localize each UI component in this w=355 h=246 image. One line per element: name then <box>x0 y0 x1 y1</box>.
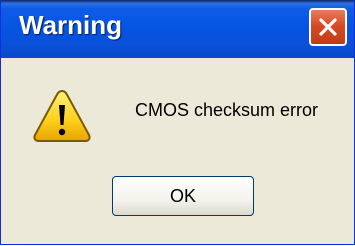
title-bar[interactable]: Warning <box>1 0 354 58</box>
warning-dialog: Warning CMOS checksum error OK <box>0 0 355 245</box>
close-icon <box>319 18 337 36</box>
error-message: CMOS checksum error <box>135 100 319 120</box>
close-button[interactable] <box>309 8 347 46</box>
ok-button[interactable]: OK <box>112 176 254 216</box>
dialog-body: CMOS checksum error OK <box>1 58 354 244</box>
dialog-title: Warning <box>19 10 123 40</box>
warning-icon <box>33 89 91 142</box>
